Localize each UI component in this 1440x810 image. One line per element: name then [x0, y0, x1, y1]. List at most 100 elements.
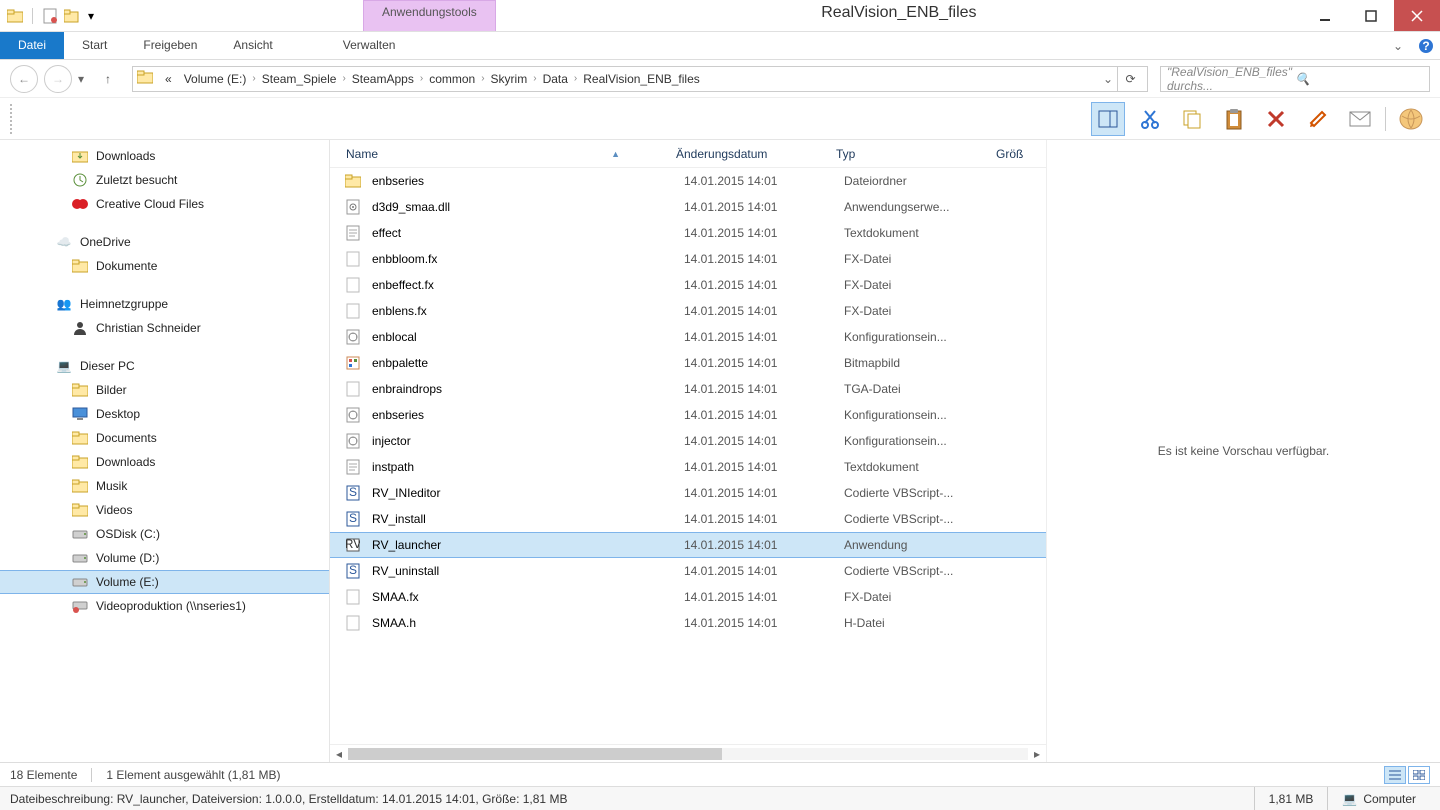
column-type[interactable]: Typ: [828, 147, 988, 161]
delete-button[interactable]: [1259, 102, 1293, 136]
txt-icon: [344, 224, 362, 242]
preview-pane-button[interactable]: [1091, 102, 1125, 136]
scrollbar-thumb[interactable]: [348, 748, 722, 760]
history-dropdown-icon[interactable]: ▾: [78, 72, 90, 86]
column-date[interactable]: Änderungsdatum: [668, 147, 828, 161]
file-row[interactable]: enbbloom.fx14.01.2015 14:01FX-Datei: [330, 246, 1046, 272]
address-bar[interactable]: « Volume (E:)›Steam_Spiele›SteamApps›com…: [132, 66, 1148, 92]
file-row[interactable]: SRV_INIeditor14.01.2015 14:01Codierte VB…: [330, 480, 1046, 506]
file-row[interactable]: RVRV_launcher14.01.2015 14:01Anwendung: [330, 532, 1046, 558]
forward-button[interactable]: →: [44, 65, 72, 93]
file-tab[interactable]: Datei: [0, 32, 64, 59]
scroll-right-icon[interactable]: ▸: [1028, 747, 1046, 761]
sidebar-item[interactable]: Dokumente: [0, 254, 329, 278]
onedrive-icon: ☁️: [56, 234, 72, 250]
file-row[interactable]: injector14.01.2015 14:01Konfigurationsei…: [330, 428, 1046, 454]
sidebar-item[interactable]: Creative Cloud Files: [0, 192, 329, 216]
breadcrumb-segment[interactable]: Steam_Spiele: [256, 72, 343, 86]
thumbnails-view-button[interactable]: [1408, 766, 1430, 784]
sidebar-item[interactable]: Videoproduktion (\\nseries1): [0, 594, 329, 618]
file-row[interactable]: SRV_install14.01.2015 14:01Codierte VBSc…: [330, 506, 1046, 532]
toolbar-grip[interactable]: [10, 104, 16, 134]
ribbon-tab-manage[interactable]: Verwalten: [325, 32, 414, 59]
close-button[interactable]: [1394, 0, 1440, 31]
qat-dropdown-icon[interactable]: ▾: [85, 7, 97, 25]
file-date: 14.01.2015 14:01: [684, 486, 844, 500]
shell-button[interactable]: [1394, 102, 1428, 136]
file-name: enbbloom.fx: [372, 252, 684, 266]
file-row[interactable]: enblocal14.01.2015 14:01Konfigurationsei…: [330, 324, 1046, 350]
file-row[interactable]: enbpalette14.01.2015 14:01Bitmapbild: [330, 350, 1046, 376]
maximize-button[interactable]: [1348, 0, 1394, 31]
exe-icon: RV: [344, 536, 362, 554]
paste-button[interactable]: [1217, 102, 1251, 136]
navigation-pane: DownloadsZuletzt besuchtCreative Cloud F…: [0, 140, 330, 762]
file-row[interactable]: enbraindrops14.01.2015 14:01TGA-Datei: [330, 376, 1046, 402]
file-row[interactable]: effect14.01.2015 14:01Textdokument: [330, 220, 1046, 246]
file-row[interactable]: instpath14.01.2015 14:01Textdokument: [330, 454, 1046, 480]
up-button[interactable]: ↑: [96, 67, 120, 91]
breadcrumb-segment[interactable]: Data: [537, 72, 574, 86]
file-row[interactable]: enbseries14.01.2015 14:01Konfigurationse…: [330, 402, 1046, 428]
new-folder-icon[interactable]: [63, 7, 81, 25]
sidebar-item[interactable]: OSDisk (C:): [0, 522, 329, 546]
sidebar-item-label: Dokumente: [96, 259, 157, 273]
breadcrumb-segment[interactable]: SteamApps: [346, 72, 420, 86]
sidebar-item[interactable]: Volume (D:): [0, 546, 329, 570]
folder-icon[interactable]: [6, 7, 24, 25]
breadcrumb-segment[interactable]: common: [423, 72, 481, 86]
expand-ribbon-icon[interactable]: ⌄: [1384, 32, 1412, 59]
sidebar-onedrive[interactable]: ☁️OneDrive: [0, 230, 329, 254]
file-row[interactable]: enbeffect.fx14.01.2015 14:01FX-Datei: [330, 272, 1046, 298]
column-name[interactable]: Name▲: [338, 147, 668, 161]
sidebar-item[interactable]: Musik: [0, 474, 329, 498]
help-icon[interactable]: ?: [1412, 32, 1440, 59]
file-row[interactable]: d3d9_smaa.dll14.01.2015 14:01Anwendungse…: [330, 194, 1046, 220]
rename-button[interactable]: [1301, 102, 1335, 136]
properties-icon[interactable]: [41, 7, 59, 25]
file-row[interactable]: SRV_uninstall14.01.2015 14:01Codierte VB…: [330, 558, 1046, 584]
breadcrumb-segment[interactable]: Volume (E:): [178, 72, 253, 86]
details-view-button[interactable]: [1384, 766, 1406, 784]
file-type: Bitmapbild: [844, 356, 1004, 370]
sidebar-homegroup[interactable]: 👥Heimnetzgruppe: [0, 292, 329, 316]
contextual-tool-tab[interactable]: Anwendungstools: [363, 0, 496, 31]
back-button[interactable]: ←: [10, 65, 38, 93]
vbs-icon: S: [344, 484, 362, 502]
sidebar-item[interactable]: Downloads: [0, 144, 329, 168]
file-row[interactable]: SMAA.h14.01.2015 14:01H-Datei: [330, 610, 1046, 636]
scroll-left-icon[interactable]: ◂: [330, 747, 348, 761]
column-size[interactable]: Größ: [988, 147, 1046, 161]
breadcrumb-segment[interactable]: RealVision_ENB_files: [577, 72, 706, 86]
sidebar-item[interactable]: Zuletzt besucht: [0, 168, 329, 192]
email-button[interactable]: [1343, 102, 1377, 136]
file-type: FX-Datei: [844, 590, 1004, 604]
sidebar-item-label: Volume (E:): [96, 575, 159, 589]
sidebar-item[interactable]: Videos: [0, 498, 329, 522]
search-input[interactable]: "RealVision_ENB_files" durchs... 🔍: [1160, 66, 1430, 92]
ribbon-tab-view[interactable]: Ansicht: [215, 32, 290, 59]
breadcrumb-segment[interactable]: Skyrim: [485, 72, 534, 86]
sidebar-item[interactable]: Volume (E:): [0, 570, 329, 594]
sidebar-item[interactable]: Christian Schneider: [0, 316, 329, 340]
file-row[interactable]: enbseries14.01.2015 14:01Dateiordner: [330, 168, 1046, 194]
file-date: 14.01.2015 14:01: [684, 226, 844, 240]
address-dropdown-icon[interactable]: ⌄: [1099, 72, 1117, 86]
file-date: 14.01.2015 14:01: [684, 330, 844, 344]
copy-button[interactable]: [1175, 102, 1209, 136]
sidebar-item[interactable]: Downloads: [0, 450, 329, 474]
sidebar-item[interactable]: Desktop: [0, 402, 329, 426]
ribbon-tab-start[interactable]: Start: [64, 32, 125, 59]
horizontal-scrollbar[interactable]: ◂ ▸: [330, 744, 1046, 762]
minimize-button[interactable]: [1302, 0, 1348, 31]
sidebar-item[interactable]: Documents: [0, 426, 329, 450]
netdrive-icon: [72, 598, 88, 614]
cut-button[interactable]: [1133, 102, 1167, 136]
breadcrumb-prefix[interactable]: «: [159, 72, 178, 86]
sidebar-item[interactable]: Bilder: [0, 378, 329, 402]
file-row[interactable]: SMAA.fx14.01.2015 14:01FX-Datei: [330, 584, 1046, 610]
sidebar-thispc[interactable]: 💻Dieser PC: [0, 354, 329, 378]
file-row[interactable]: enblens.fx14.01.2015 14:01FX-Datei: [330, 298, 1046, 324]
ribbon-tab-share[interactable]: Freigeben: [125, 32, 215, 59]
refresh-button[interactable]: ⟳: [1117, 66, 1143, 92]
